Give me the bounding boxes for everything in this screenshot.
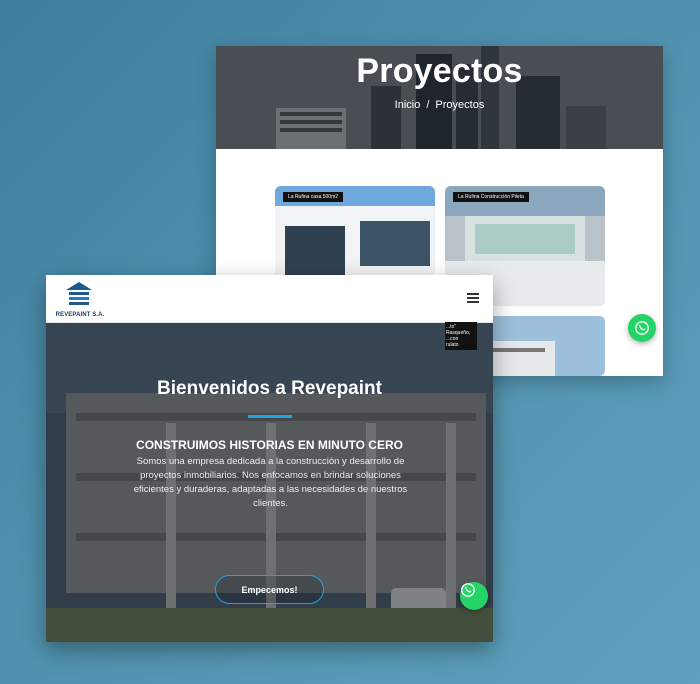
hero-title: Bienvenidos a Revepaint (157, 378, 382, 399)
hamburger-menu-icon[interactable] (467, 293, 479, 303)
project-label: La Rufina casa 500m2 (283, 192, 344, 202)
building-logo-icon (66, 282, 92, 305)
breadcrumb: Inicio / Proyectos (216, 99, 663, 111)
whatsapp-icon[interactable] (628, 314, 656, 342)
hero-subtitle: CONSTRUIMOS HISTORIAS EN MINUTO CERO (136, 438, 403, 452)
project-label: ...to" Rasqueño, ...con rulato (445, 322, 477, 350)
get-started-button[interactable]: Empecemos! (215, 575, 324, 604)
projects-hero-banner: Proyectos Inicio / Proyectos (216, 46, 663, 149)
page-title: Proyectos (356, 52, 523, 90)
whatsapp-glyph-icon (635, 321, 649, 335)
navbar: REVEPAINT S.A. (46, 275, 493, 323)
breadcrumb-home-link[interactable]: Inicio (395, 99, 421, 111)
project-label: La Rufina Construcción Pileta (453, 192, 529, 202)
brand-name: REVEPAINT S.A. (55, 312, 105, 318)
home-hero: Bienvenidos a Revepaint CONSTRUIMOS HIST… (46, 323, 493, 642)
whatsapp-icon[interactable] (460, 582, 488, 610)
brand-logo[interactable]: REVEPAINT S.A. (54, 282, 104, 318)
whatsapp-glyph-icon (461, 583, 475, 597)
breadcrumb-separator: / (426, 99, 430, 111)
home-page-window: REVEPAINT S.A. Bienvenidos a Revepaint C… (46, 275, 493, 642)
breadcrumb-current: Proyectos (435, 99, 485, 111)
title-accent-divider (248, 415, 292, 418)
hero-description: Somos una empresa dedicada a la construc… (133, 456, 408, 509)
